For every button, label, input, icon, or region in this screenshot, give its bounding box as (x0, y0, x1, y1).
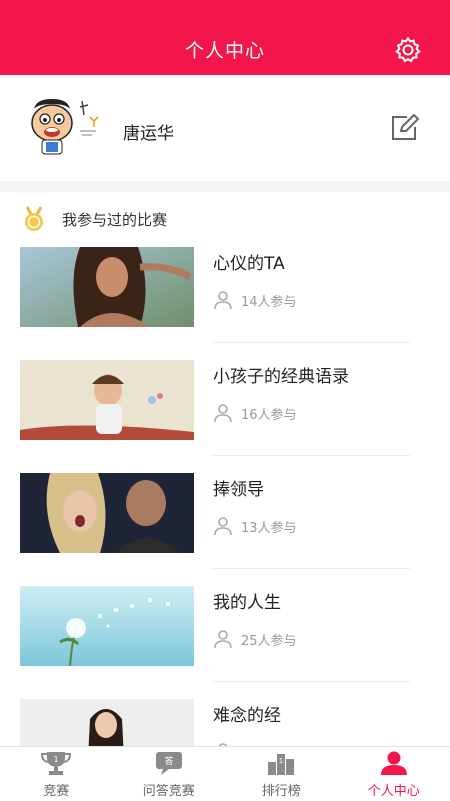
divider (213, 681, 410, 682)
list-item[interactable]: 心仪的TA 14人参与 (0, 244, 450, 357)
tab-label: 个人中心 (338, 780, 450, 799)
participant-text: 16人参与 (241, 404, 297, 423)
avatar (22, 95, 102, 159)
thumbnail (20, 473, 194, 553)
list-item[interactable]: 小孩子的经典语录 16人参与 (0, 357, 450, 470)
profile-card[interactable]: 唐运华 (0, 75, 450, 181)
participant-text: 14人参与 (241, 291, 297, 310)
page-title: 个人中心 (0, 36, 450, 63)
qa-icon: 答 (153, 750, 185, 776)
competition-title: 捧领导 (213, 475, 264, 500)
thumbnail (20, 360, 194, 440)
svg-text:答: 答 (164, 755, 173, 767)
competition-title: 小孩子的经典语录 (213, 362, 349, 387)
tab-profile[interactable]: 个人中心 (338, 747, 450, 801)
list-item[interactable]: 捧领导 13人参与 (0, 470, 450, 583)
trophy-icon: 1 (40, 750, 72, 776)
tab-qa-competition[interactable]: 答 问答竞赛 (113, 747, 226, 801)
svg-text:1: 1 (54, 755, 59, 764)
thumbnail (20, 699, 194, 746)
tab-competition[interactable]: 1 竞赛 (0, 747, 113, 801)
user-icon (213, 629, 233, 649)
participant-count: 25人参与 (213, 628, 297, 650)
ranking-icon: 1 (265, 750, 297, 776)
user-icon (213, 403, 233, 423)
competition-title: 难念的经 (213, 701, 281, 726)
participant-count: 14人参与 (213, 289, 297, 311)
edit-icon[interactable] (390, 114, 420, 142)
divider (213, 455, 410, 456)
tab-label: 竞赛 (0, 780, 113, 799)
person-icon (378, 750, 410, 776)
participant-count: 13人参与 (213, 515, 297, 537)
participant-count: 16人参与 (213, 402, 297, 424)
list-item[interactable]: 难念的经 (0, 696, 450, 746)
user-icon (213, 290, 233, 310)
thumbnail (20, 586, 194, 666)
tab-label: 问答竞赛 (113, 780, 226, 799)
tab-label: 排行榜 (225, 780, 338, 799)
username: 唐运华 (123, 119, 174, 144)
section-header: 我参与过的比赛 (0, 192, 450, 244)
competition-title: 我的人生 (213, 588, 281, 613)
competition-list: 心仪的TA 14人参与 小孩子的经典语录 16人参与 (0, 244, 450, 746)
divider (213, 568, 410, 569)
divider (213, 342, 410, 343)
participant-text: 25人参与 (241, 630, 297, 649)
user-icon (213, 516, 233, 536)
tab-ranking[interactable]: 1 排行榜 (225, 747, 338, 801)
svg-text:1: 1 (279, 757, 283, 765)
participant-text: 13人参与 (241, 517, 297, 536)
app-header: 个人中心 (0, 0, 450, 75)
list-item[interactable]: 我的人生 25人参与 (0, 583, 450, 696)
gear-icon[interactable] (394, 36, 422, 64)
thumbnail (20, 247, 194, 327)
competition-title: 心仪的TA (213, 249, 285, 274)
section-title: 我参与过的比赛 (62, 209, 167, 230)
bottom-tab-bar: 1 竞赛 答 问答竞赛 1 排行榜 个人中心 (0, 746, 450, 801)
medal-icon (21, 205, 47, 233)
